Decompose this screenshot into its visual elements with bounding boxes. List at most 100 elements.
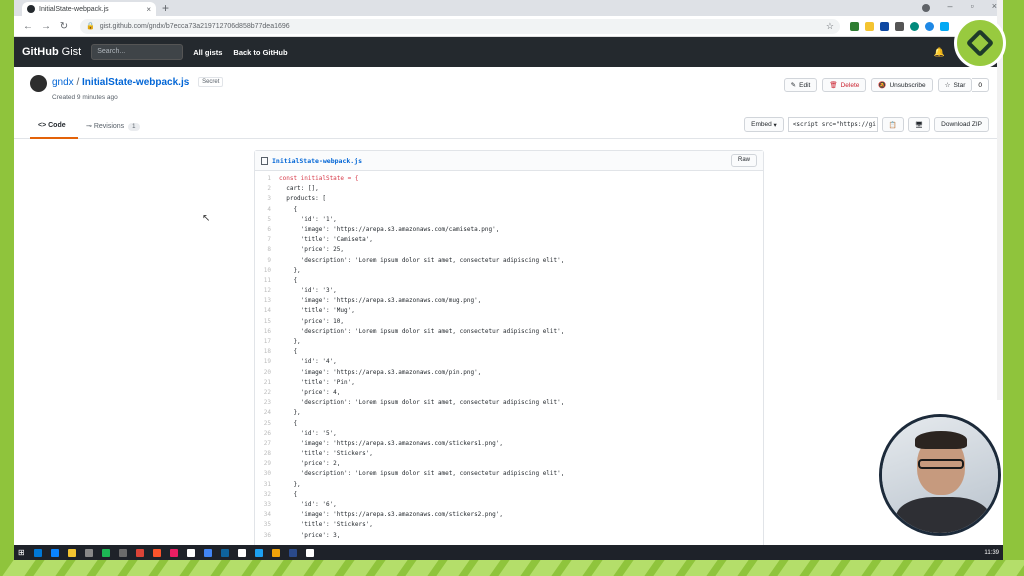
taskbar-clock[interactable]: 11:39 <box>984 550 999 556</box>
star-button[interactable]: ☆ Star <box>937 78 973 92</box>
line-number[interactable]: 20 <box>255 368 279 378</box>
line-number[interactable]: 32 <box>255 490 279 500</box>
line-number[interactable]: 25 <box>255 419 279 429</box>
line-number[interactable]: 27 <box>255 439 279 449</box>
maximize-icon[interactable]: ▫ <box>971 1 974 12</box>
flag-extension-icon[interactable] <box>865 21 874 31</box>
taskbar-app-icon[interactable] <box>237 548 246 557</box>
taskbar-app-icon[interactable] <box>84 548 93 557</box>
circle-extension-icon[interactable] <box>925 21 934 31</box>
line-number[interactable]: 24 <box>255 408 279 418</box>
taskbar-app-icon[interactable] <box>186 548 195 557</box>
s-extension-icon[interactable] <box>940 21 949 31</box>
line-number[interactable]: 22 <box>255 388 279 398</box>
all-gists-link[interactable]: All gists <box>193 48 222 57</box>
line-number[interactable]: 4 <box>255 205 279 215</box>
code-text: 'image': 'https://arepa.s3.amazonaws.com… <box>279 511 503 519</box>
taskbar-app-icon[interactable] <box>101 548 110 557</box>
search-input[interactable]: Search... <box>91 44 184 60</box>
grammar-extension-icon[interactable] <box>910 21 919 31</box>
line-number[interactable]: 34 <box>255 510 279 520</box>
line-number[interactable]: 33 <box>255 500 279 510</box>
line-number[interactable]: 18 <box>255 347 279 357</box>
cat-extension-icon[interactable] <box>895 21 904 31</box>
github-logo[interactable]: GitHub <box>22 46 59 58</box>
desktop-button[interactable]: 🖥 <box>907 117 931 132</box>
download-zip-button[interactable]: Download ZIP <box>934 117 989 132</box>
taskbar-app-icon[interactable] <box>33 548 42 557</box>
code-line: 23 'description': 'Lorem ipsum dolor sit… <box>255 398 763 408</box>
code-text: { <box>279 490 298 498</box>
windows-start-icon[interactable]: ⊞ <box>18 548 25 557</box>
line-number[interactable]: 2 <box>255 184 279 194</box>
browser-tab[interactable]: InitialState-webpack.js × <box>22 2 156 16</box>
line-number[interactable]: 17 <box>255 337 279 347</box>
line-number[interactable]: 3 <box>255 194 279 204</box>
file-name-link[interactable]: InitialState-webpack.js <box>272 157 362 165</box>
line-number[interactable]: 23 <box>255 398 279 408</box>
taskbar-app-icon[interactable] <box>50 548 59 557</box>
line-number[interactable]: 11 <box>255 276 279 286</box>
tab-revisions[interactable]: ⊸ Revisions 1 <box>86 122 140 131</box>
line-number[interactable]: 16 <box>255 327 279 337</box>
embed-code-input[interactable]: <script src="https://gi <box>787 117 878 132</box>
back-arrow-icon[interactable]: ← <box>20 21 36 32</box>
new-tab-icon[interactable]: + <box>162 1 169 15</box>
minimize-icon[interactable]: – <box>948 1 953 12</box>
close-tab-icon[interactable]: × <box>146 5 151 14</box>
line-number[interactable]: 15 <box>255 317 279 327</box>
bookmark-star-icon[interactable]: ☆ <box>826 21 834 32</box>
line-number[interactable]: 5 <box>255 215 279 225</box>
line-number[interactable]: 7 <box>255 235 279 245</box>
profile-icon[interactable] <box>921 4 930 12</box>
avatar[interactable] <box>30 75 47 92</box>
line-number[interactable]: 26 <box>255 429 279 439</box>
gist-name-link[interactable]: InitialState-webpack.js <box>82 77 189 88</box>
taskbar-app-icon[interactable] <box>271 548 280 557</box>
line-number[interactable]: 9 <box>255 256 279 266</box>
line-number[interactable]: 28 <box>255 449 279 459</box>
line-number[interactable]: 8 <box>255 245 279 255</box>
taskbar-app-icon[interactable] <box>118 548 127 557</box>
notification-bell-icon[interactable]: 🔔 <box>934 47 945 58</box>
line-number[interactable]: 1 <box>255 174 279 184</box>
unsubscribe-button[interactable]: 🔕 Unsubscribe <box>871 78 933 92</box>
line-number[interactable]: 12 <box>255 286 279 296</box>
back-to-github-link[interactable]: Back to GitHub <box>233 48 287 57</box>
chart-extension-icon[interactable] <box>880 21 889 31</box>
tab-code[interactable]: <> Code <box>30 113 78 139</box>
line-number[interactable]: 19 <box>255 357 279 367</box>
raw-button[interactable]: Raw <box>730 154 757 167</box>
taskbar-app-icon[interactable] <box>305 548 314 557</box>
taskbar-app-icon[interactable] <box>169 548 178 557</box>
address-bar[interactable]: 🔒 gist.github.com/gndx/b7ecca73a21971270… <box>80 18 840 34</box>
star-count[interactable]: 0 <box>972 78 989 92</box>
taskbar-app-icon[interactable] <box>288 548 297 557</box>
taskbar-app-icon[interactable] <box>254 548 263 557</box>
line-number[interactable]: 14 <box>255 306 279 316</box>
shield-extension-icon[interactable] <box>850 21 859 31</box>
copy-button[interactable]: 📋 <box>881 117 904 132</box>
line-number[interactable]: 13 <box>255 296 279 306</box>
taskbar-app-icon[interactable] <box>203 548 212 557</box>
line-number[interactable]: 10 <box>255 266 279 276</box>
line-number[interactable]: 21 <box>255 378 279 388</box>
code-line: 8 'price': 25, <box>255 245 763 255</box>
taskbar-app-icon[interactable] <box>152 548 161 557</box>
line-number[interactable]: 6 <box>255 225 279 235</box>
gist-owner-link[interactable]: gndx <box>52 77 74 88</box>
taskbar-app-icon[interactable] <box>135 548 144 557</box>
gist-logo[interactable]: Gist <box>62 46 82 58</box>
line-number[interactable]: 36 <box>255 531 279 541</box>
line-number[interactable]: 30 <box>255 469 279 479</box>
delete-button[interactable]: 🗑 Delete <box>822 78 867 92</box>
taskbar-app-icon[interactable] <box>67 548 76 557</box>
edit-button[interactable]: ✎ Edit <box>783 78 818 92</box>
taskbar-app-icon[interactable] <box>220 548 229 557</box>
forward-arrow-icon[interactable]: → <box>38 21 54 32</box>
line-number[interactable]: 35 <box>255 520 279 530</box>
line-number[interactable]: 29 <box>255 459 279 469</box>
reload-icon[interactable]: ↻ <box>56 21 72 32</box>
line-number[interactable]: 31 <box>255 480 279 490</box>
embed-dropdown[interactable]: Embed ▾ <box>744 117 784 132</box>
